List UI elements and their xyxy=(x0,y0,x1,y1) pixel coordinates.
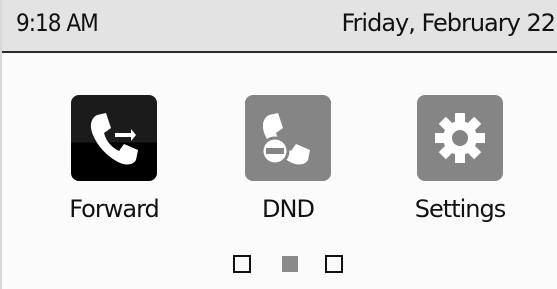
page-dot-2-active[interactable] xyxy=(282,256,298,272)
call-forward-icon xyxy=(90,113,138,165)
dnd-tile[interactable] xyxy=(245,95,331,181)
page-indicator xyxy=(2,255,557,277)
forward-label: Forward xyxy=(69,195,160,223)
settings-app-button[interactable]: Settings xyxy=(375,95,545,235)
settings-tile[interactable] xyxy=(417,95,503,181)
settings-label: Settings xyxy=(414,195,506,223)
status-bar: 9:18 AM Friday, February 22 xyxy=(2,0,557,53)
forward-app-button[interactable]: Forward xyxy=(29,95,199,235)
status-date: Friday, February 22 xyxy=(341,9,556,37)
page-dot-3[interactable] xyxy=(325,255,343,273)
phone-screen: 9:18 AM Friday, February 22 Forward DND xyxy=(0,0,557,289)
gear-icon xyxy=(435,113,485,163)
page-dot-1[interactable] xyxy=(233,255,251,273)
status-time: 9:18 AM xyxy=(16,9,99,37)
forward-tile[interactable] xyxy=(71,95,157,181)
dnd-label: DND xyxy=(262,195,315,223)
dnd-app-button[interactable]: DND xyxy=(203,95,373,235)
do-not-disturb-icon xyxy=(260,113,310,166)
